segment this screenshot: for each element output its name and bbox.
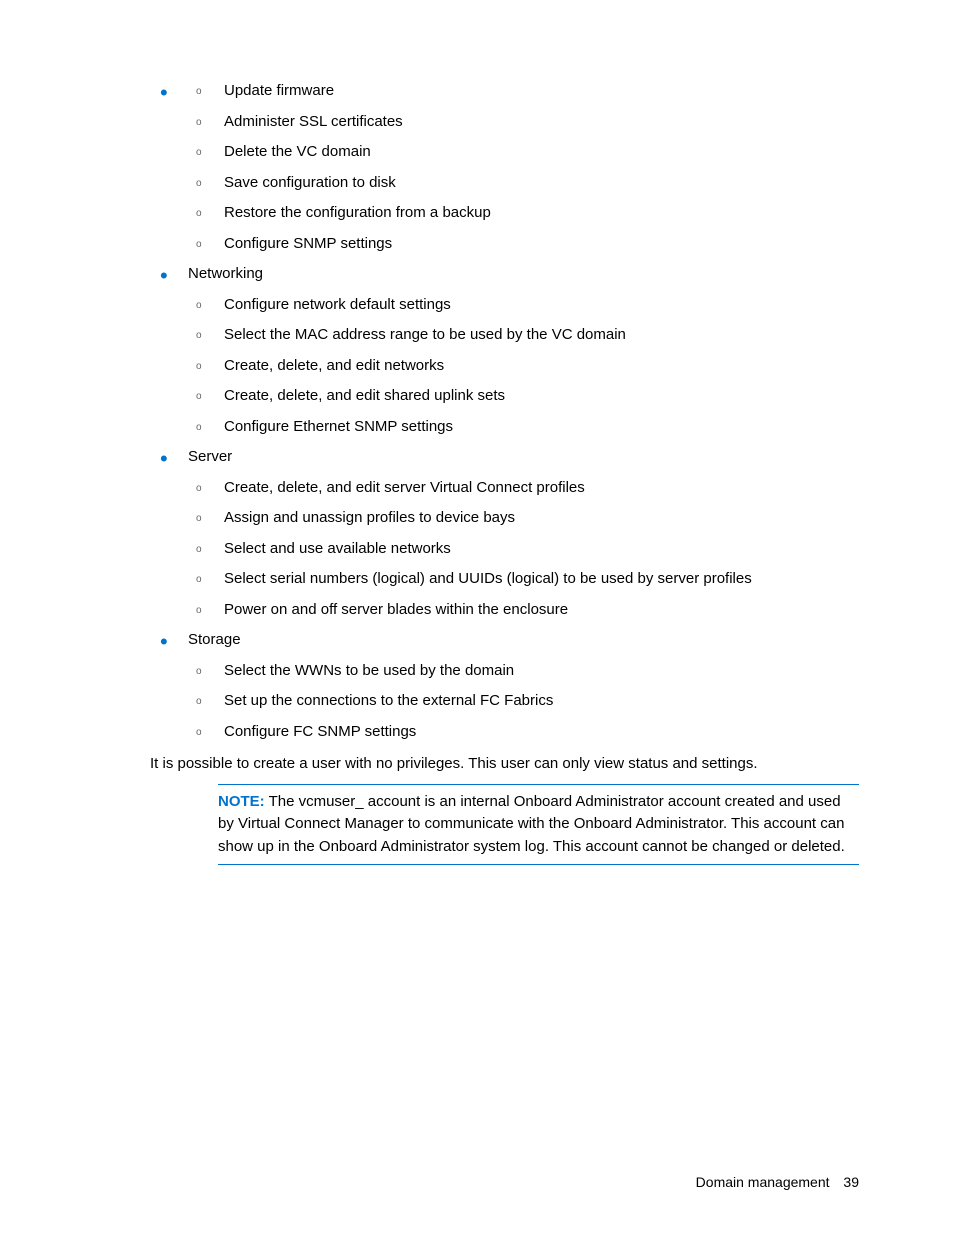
item-text: Create, delete, and edit shared uplink s…: [224, 387, 505, 404]
item-text: Administer SSL certificates: [224, 113, 403, 130]
item-text: Configure SNMP settings: [224, 235, 392, 252]
sub-list: Select the WWNs to be used by the domain…: [188, 660, 859, 744]
list-item-server: Server Create, delete, and edit server V…: [160, 446, 859, 621]
list-item: Configure Ethernet SNMP settings: [196, 416, 859, 439]
group-title: Networking: [188, 265, 263, 282]
list-item-continuation: Update firmware Administer SSL certifica…: [160, 80, 859, 255]
list-item: Select the WWNs to be used by the domain: [196, 660, 859, 683]
note-text: The vcmuser_ account is an internal Onbo…: [218, 793, 845, 855]
list-item: Configure FC SNMP settings: [196, 721, 859, 744]
item-text: Assign and unassign profiles to device b…: [224, 509, 515, 526]
item-text: Delete the VC domain: [224, 143, 371, 160]
item-text: Power on and off server blades within th…: [224, 601, 568, 618]
sub-list-orphan: Update firmware Administer SSL certifica…: [160, 80, 859, 255]
paragraph-text: It is possible to create a user with no …: [150, 753, 859, 776]
page-content: Update firmware Administer SSL certifica…: [150, 80, 859, 865]
list-item: Select the MAC address range to be used …: [196, 324, 859, 347]
item-text: Create, delete, and edit networks: [224, 357, 444, 374]
bullet-list: Networking Configure network default set…: [150, 263, 859, 743]
item-text: Configure FC SNMP settings: [224, 723, 416, 740]
item-text: Select the MAC address range to be used …: [224, 326, 626, 343]
list-item: Create, delete, and edit shared uplink s…: [196, 385, 859, 408]
list-item: Power on and off server blades within th…: [196, 599, 859, 622]
item-text: Configure Ethernet SNMP settings: [224, 418, 453, 435]
item-text: Select serial numbers (logical) and UUID…: [224, 570, 752, 587]
item-text: Update firmware: [224, 82, 334, 99]
group-title: Server: [188, 448, 232, 465]
list-item: Select serial numbers (logical) and UUID…: [196, 568, 859, 591]
list-item: Select and use available networks: [196, 538, 859, 561]
top-level-list: Update firmware Administer SSL certifica…: [150, 80, 859, 255]
item-text: Set up the connections to the external F…: [224, 692, 553, 709]
page-footer: Domain management 39: [696, 1174, 859, 1190]
list-item-networking: Networking Configure network default set…: [160, 263, 859, 438]
note-label: NOTE:: [218, 793, 265, 810]
list-item: Restore the configuration from a backup: [196, 202, 859, 225]
note-box: NOTE: The vcmuser_ account is an interna…: [218, 784, 859, 866]
item-text: Configure network default settings: [224, 296, 451, 313]
item-text: Select and use available networks: [224, 540, 451, 557]
sub-list: Configure network default settings Selec…: [188, 294, 859, 439]
list-item: Set up the connections to the external F…: [196, 690, 859, 713]
list-item: Configure SNMP settings: [196, 233, 859, 256]
list-item: Update firmware: [196, 80, 859, 103]
list-item: Delete the VC domain: [196, 141, 859, 164]
group-title: Storage: [188, 631, 241, 648]
item-text: Restore the configuration from a backup: [224, 204, 491, 221]
list-item: Create, delete, and edit networks: [196, 355, 859, 378]
item-text: Save configuration to disk: [224, 174, 396, 191]
footer-page-number: 39: [843, 1174, 859, 1190]
list-item: Create, delete, and edit server Virtual …: [196, 477, 859, 500]
sub-list: Create, delete, and edit server Virtual …: [188, 477, 859, 622]
list-item: Save configuration to disk: [196, 172, 859, 195]
list-item: Configure network default settings: [196, 294, 859, 317]
item-text: Select the WWNs to be used by the domain: [224, 662, 514, 679]
list-item: Assign and unassign profiles to device b…: [196, 507, 859, 530]
list-item-storage: Storage Select the WWNs to be used by th…: [160, 629, 859, 743]
list-item: Administer SSL certificates: [196, 111, 859, 134]
item-text: Create, delete, and edit server Virtual …: [224, 479, 585, 496]
footer-section: Domain management: [696, 1174, 830, 1190]
